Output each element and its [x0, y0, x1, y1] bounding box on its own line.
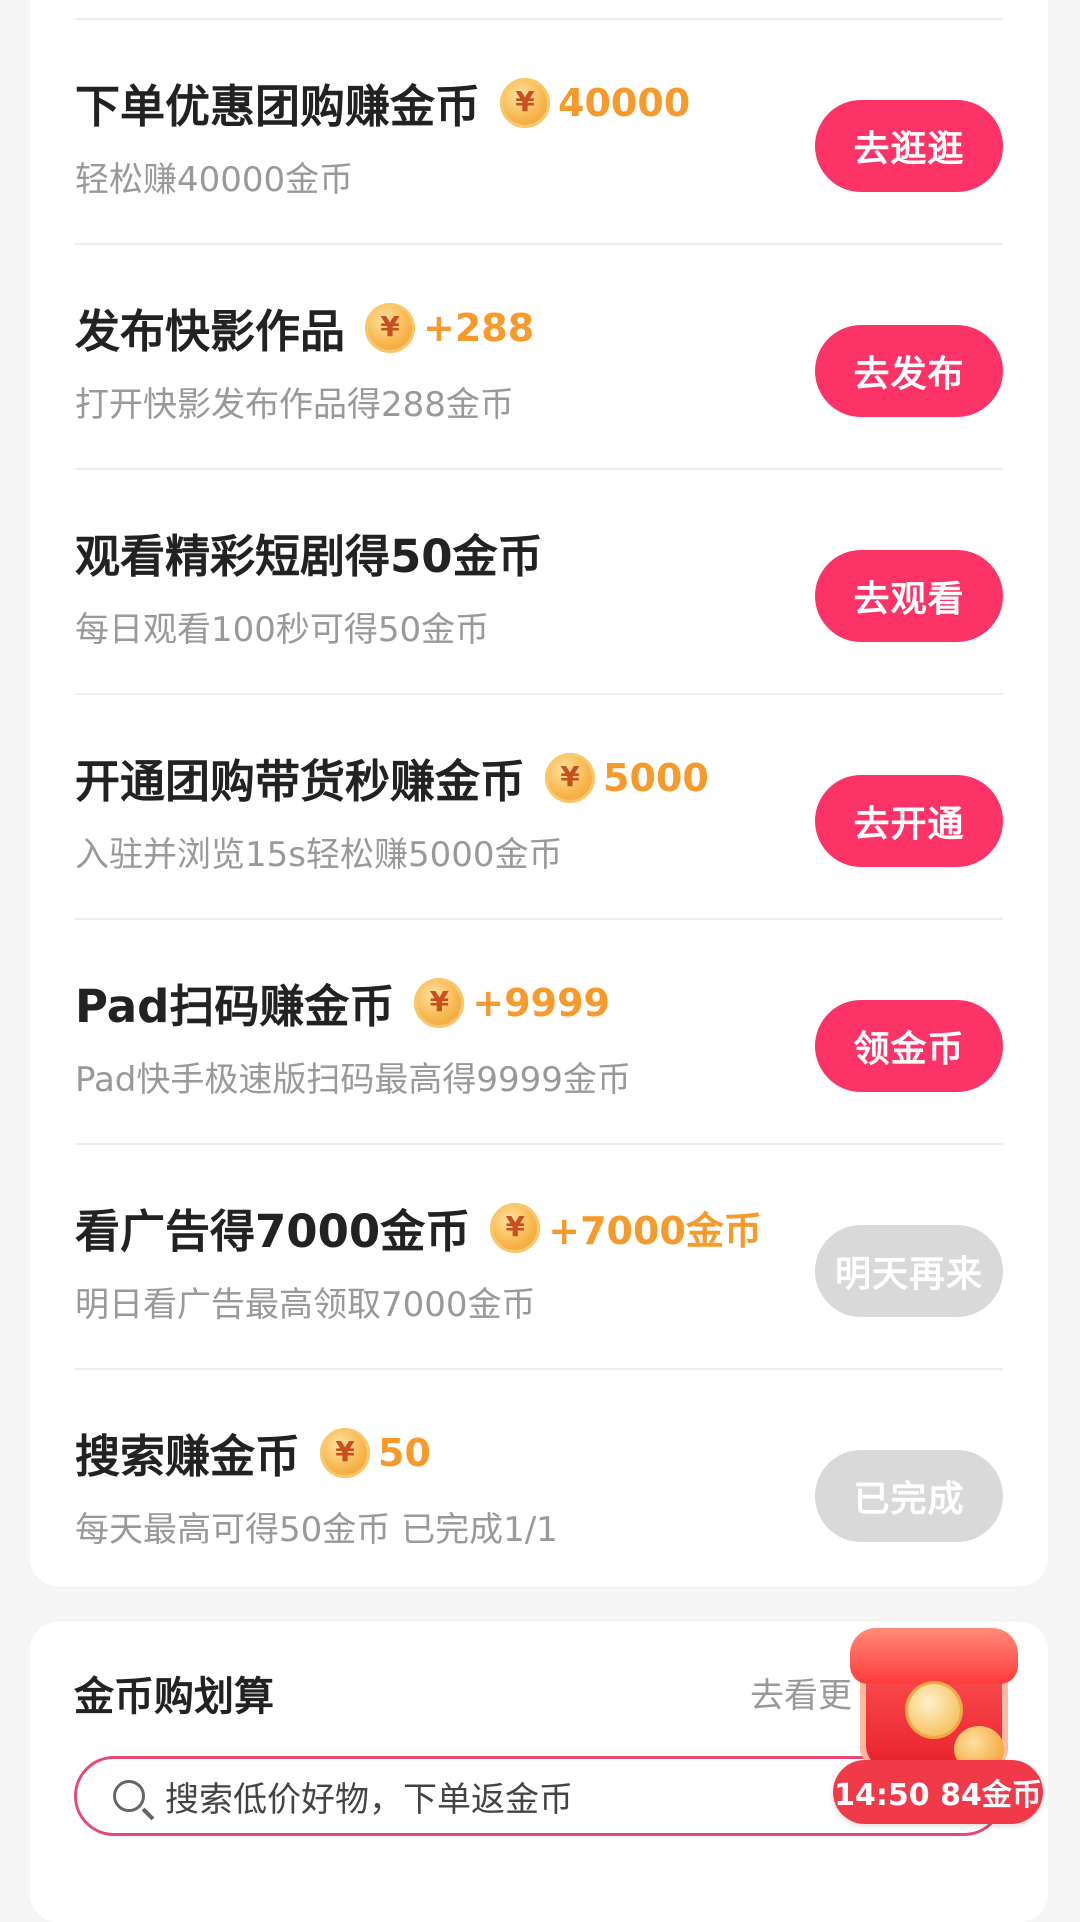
task-title: 下单优惠团购赚金币 — [75, 80, 481, 133]
task-row: 发布快影作品 +288 打开快影发布作品得288金币 去发布 — [75, 243, 1003, 468]
task-reward: +9999 — [472, 980, 610, 1025]
task-reward: +7000金币 — [548, 1209, 762, 1253]
task-reward: 50 — [378, 1430, 431, 1475]
task-description: 轻松赚40000金币 — [75, 160, 354, 200]
task-reward: 5000 — [603, 755, 709, 800]
task-title: 开通团购带货秒赚金币 — [75, 755, 526, 808]
task-title: 看广告得7000金币 — [75, 1205, 471, 1258]
task-title-row: 发布快影作品 +288 — [75, 295, 534, 360]
task-row: 下单优惠团购赚金币 40000 轻松赚40000金币 去逛逛 — [75, 18, 1003, 243]
task-description: 入驻并浏览15s轻松赚5000金币 — [75, 835, 563, 875]
task-row: 开通团购带货秒赚金币 5000 入驻并浏览15s轻松赚5000金币 去开通 — [75, 693, 1003, 918]
task-title-row: 搜索赚金币 50 — [75, 1420, 431, 1485]
red-packet-lid — [850, 1628, 1018, 1684]
shop-title: 金币购划算 — [74, 1674, 274, 1720]
task-action-button[interactable]: 去逛逛 — [815, 100, 1003, 192]
task-title: Pad扫码赚金币 — [75, 980, 395, 1033]
task-row: 搜索赚金币 50 每天最高可得50金币 已完成1/1 已完成 — [75, 1368, 1003, 1593]
task-action-button[interactable]: 已完成 — [815, 1450, 1003, 1542]
task-row: 看广告得7000金币 +7000金币明日看广告最高领取7000金币 明天再来 — [75, 1143, 1003, 1368]
coin-icon — [545, 752, 596, 803]
task-action-button[interactable]: 去观看 — [815, 550, 1003, 642]
red-packet-icon[interactable] — [850, 1628, 1020, 1778]
task-title: 观看精彩短剧得50金币 — [75, 530, 543, 583]
task-list-card: 下单优惠团购赚金币 40000 轻松赚40000金币 去逛逛发布快影作品 +288 打开快… — [30, 0, 1048, 1586]
task-list: 下单优惠团购赚金币 40000 轻松赚40000金币 去逛逛发布快影作品 +288 打开快… — [75, 18, 1003, 1593]
coin-icon — [414, 977, 465, 1028]
coin-icon — [320, 1427, 371, 1478]
task-title-row: 下单优惠团购赚金币 40000 — [75, 70, 690, 135]
task-description: 每天最高可得50金币 已完成1/1 — [75, 1510, 558, 1550]
task-action-button[interactable]: 去开通 — [815, 775, 1003, 867]
coin-icon — [500, 77, 551, 128]
search-placeholder: 搜索低价好物，下单返金币 — [165, 1779, 573, 1820]
task-action-button[interactable]: 明天再来 — [815, 1225, 1003, 1317]
task-title-row: 看广告得7000金币 +7000金币 — [75, 1195, 762, 1260]
task-title-row: 观看精彩短剧得50金币 — [75, 520, 543, 585]
task-title: 发布快影作品 — [75, 305, 346, 358]
task-description: 明日看广告最高领取7000金币 — [75, 1285, 536, 1325]
coin-icon — [490, 1202, 541, 1253]
task-row: Pad扫码赚金币 +9999 Pad快手极速版扫码最高得9999金币 领金币 — [75, 918, 1003, 1143]
task-description: Pad快手极速版扫码最高得9999金币 — [75, 1060, 631, 1100]
task-title-row: Pad扫码赚金币 +9999 — [75, 970, 610, 1035]
coin-icon — [365, 302, 416, 353]
task-row: 观看精彩短剧得50金币每日观看100秒可得50金币 去观看 — [75, 468, 1003, 693]
task-action-button[interactable]: 去发布 — [815, 325, 1003, 417]
task-description: 每日观看100秒可得50金币 — [75, 610, 490, 650]
task-reward: +288 — [423, 305, 535, 350]
search-icon — [113, 1780, 145, 1812]
task-reward: 40000 — [558, 80, 691, 125]
task-action-button[interactable]: 领金币 — [815, 1000, 1003, 1092]
task-description: 打开快影发布作品得288金币 — [75, 385, 514, 425]
shop-more-link[interactable]: 去看更 — [750, 1668, 852, 1717]
task-title: 搜索赚金币 — [75, 1430, 301, 1483]
countdown-reward-badge[interactable]: 14:50 84金币 — [833, 1760, 1043, 1824]
task-title-row: 开通团购带货秒赚金币 5000 — [75, 745, 709, 810]
coin-icon — [908, 1684, 960, 1736]
